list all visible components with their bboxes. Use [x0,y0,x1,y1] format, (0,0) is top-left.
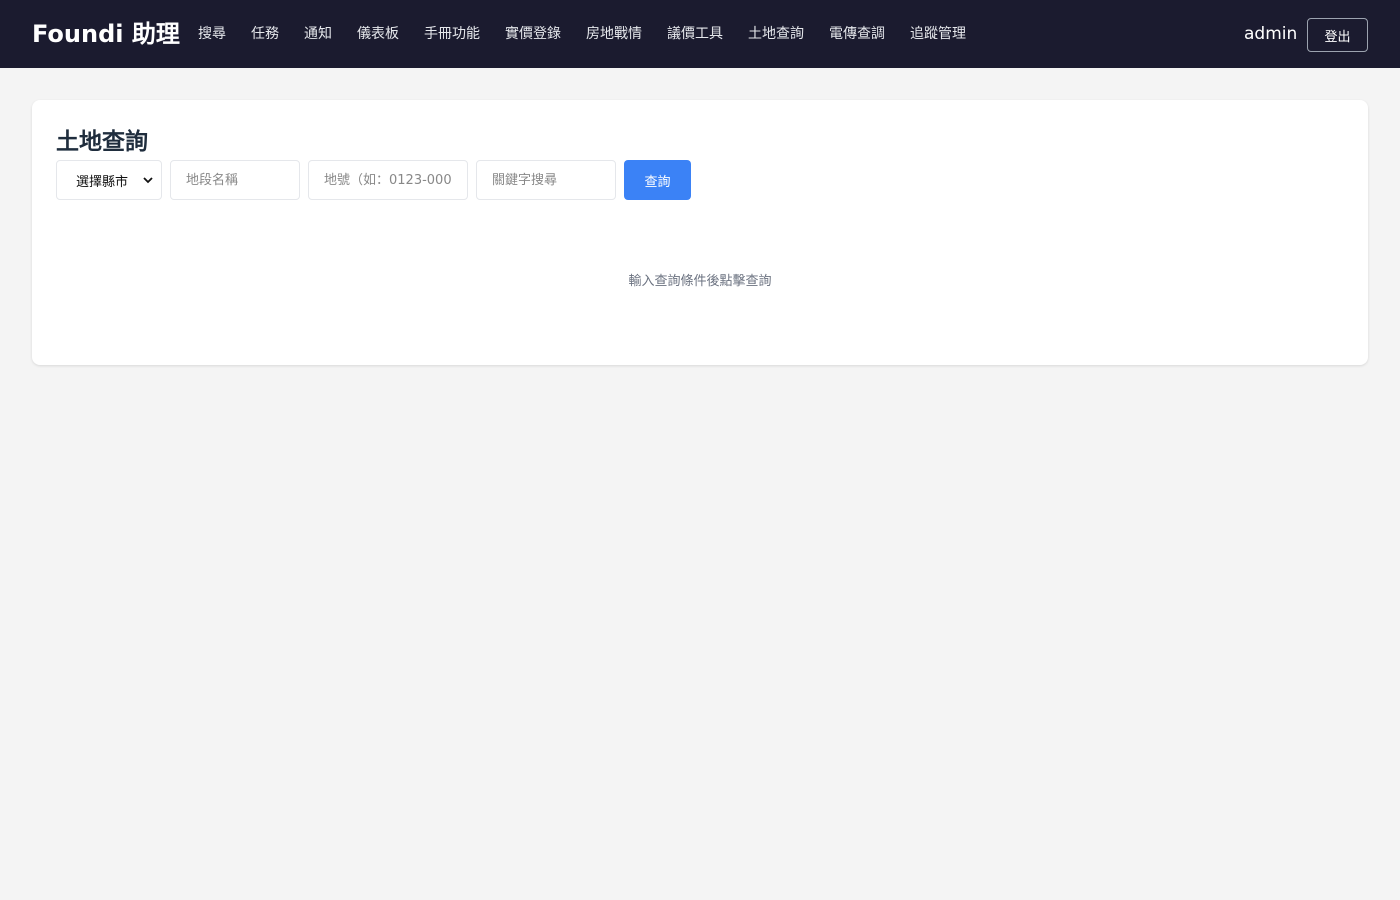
nav-item-actual-price[interactable]: 實價登錄 [505,22,561,46]
nav-item-real-estate-intel[interactable]: 房地戰情 [586,22,642,46]
nav-item-land-query[interactable]: 土地查詢 [748,22,804,46]
query-button[interactable]: 查詢 [624,160,691,200]
keyword-search-input[interactable] [476,160,616,200]
nav-item-tasks[interactable]: 任務 [251,22,279,46]
chevron-down-icon [143,175,153,185]
nav-item-manual-features[interactable]: 手冊功能 [424,22,480,46]
top-navbar: Foundi 助理 搜尋 任務 通知 儀表板 手冊功能 實價登錄 房地戰情 議價… [0,0,1400,68]
city-select-value: 選擇縣市 [76,174,129,190]
brand-logo[interactable]: Foundi 助理 [32,16,180,52]
city-select[interactable]: 選擇縣市 [56,160,162,200]
empty-state-message: 輸入查詢條件後點擊查詢 [628,274,772,289]
nav-item-tracking[interactable]: 追蹤管理 [910,22,966,46]
logout-button[interactable]: 登出 [1307,18,1368,52]
nav-item-notifications[interactable]: 通知 [304,22,332,46]
nav-item-negotiation-tools[interactable]: 議價工具 [667,22,723,46]
nav-item-search[interactable]: 搜尋 [198,22,226,46]
username-label: admin [1244,24,1298,44]
nav-item-dashboard[interactable]: 儀表板 [357,22,399,46]
land-number-input[interactable] [308,160,468,200]
section-name-input[interactable] [170,160,300,200]
nav-item-telecom-query[interactable]: 電傳查調 [829,22,885,46]
page-title: 土地查詢 [56,129,148,155]
query-form: 選擇縣市 查詢 [56,160,691,200]
main-nav: 搜尋 任務 通知 儀表板 手冊功能 實價登錄 房地戰情 議價工具 土地查詢 電傳… [198,22,991,46]
land-query-card: 土地查詢 選擇縣市 查詢 輸入查詢條件後點擊查詢 [32,100,1368,365]
